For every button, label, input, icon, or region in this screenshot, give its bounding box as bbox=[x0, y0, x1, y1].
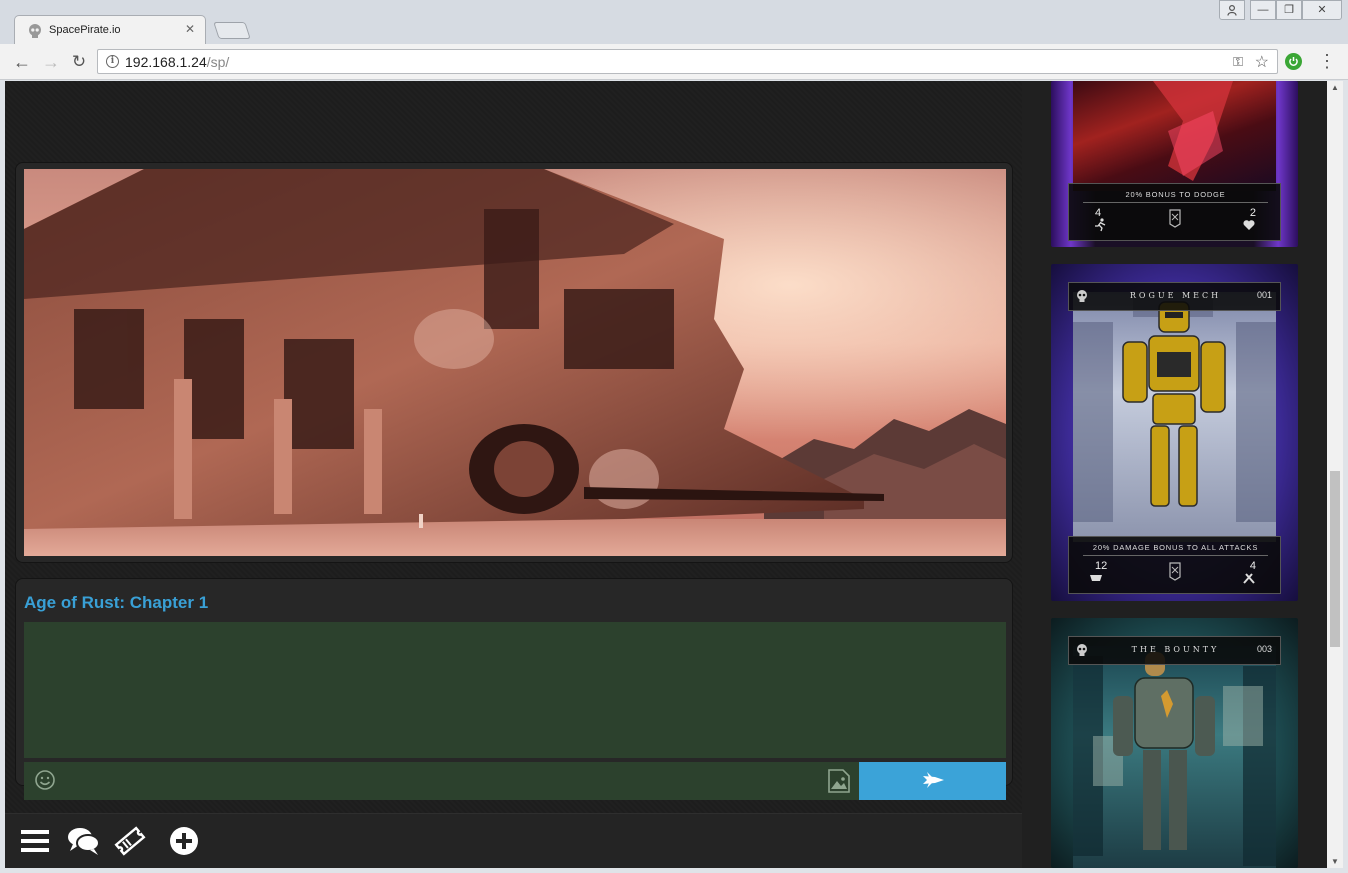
bounty-hunter-robot-illustration bbox=[1073, 652, 1276, 866]
card-the-bounty[interactable]: THE BOUNTY 003 bbox=[1051, 618, 1298, 868]
card-number: 001 bbox=[1256, 290, 1272, 300]
skull-icon bbox=[29, 24, 41, 38]
profile-button[interactable] bbox=[1219, 0, 1245, 20]
smiley-icon[interactable] bbox=[34, 769, 56, 791]
card-dodge[interactable]: 20% BONUS TO DODGE 4 2 bbox=[1051, 81, 1298, 247]
tab-title: SpacePirate.io bbox=[49, 24, 121, 36]
card-bonus: 20% DAMAGE BONUS TO ALL ATTACKS bbox=[1092, 543, 1259, 552]
runner-icon bbox=[1095, 218, 1106, 232]
add-icon[interactable] bbox=[167, 824, 201, 858]
chat-input-bar[interactable] bbox=[24, 762, 859, 800]
browser-toolbar: ← → ↻ i 192.168.1.24/sp/ ⚿ ☆ ⋮ bbox=[0, 44, 1348, 80]
forward-button[interactable]: → bbox=[40, 51, 62, 73]
scroll-up-arrow-icon[interactable]: ▲ bbox=[1331, 83, 1339, 92]
emblem-icon bbox=[1169, 209, 1181, 228]
card-header: THE BOUNTY 003 bbox=[1068, 636, 1281, 665]
menu-icon[interactable] bbox=[19, 824, 53, 858]
url-text[interactable]: 192.168.1.24/sp/ bbox=[125, 54, 229, 70]
card-number: 003 bbox=[1256, 644, 1272, 654]
card-art bbox=[1073, 292, 1276, 542]
extension-icon[interactable] bbox=[1285, 53, 1302, 70]
minimize-button[interactable]: — bbox=[1250, 0, 1276, 20]
url-host: 192.168.1.24 bbox=[125, 54, 207, 70]
back-button[interactable]: ← bbox=[11, 51, 33, 73]
story-banner-image bbox=[24, 169, 1006, 556]
card-bonus: 20% BONUS TO DODGE bbox=[1125, 190, 1226, 199]
browser-menu-icon[interactable]: ⋮ bbox=[1318, 52, 1336, 70]
key-icon[interactable]: ⚿ bbox=[1233, 54, 1243, 70]
emblem-icon bbox=[1169, 562, 1181, 581]
card-footer: 20% DAMAGE BONUS TO ALL ATTACKS 12 4 bbox=[1068, 536, 1281, 594]
story-banner-card bbox=[15, 162, 1013, 563]
crossed-guns-icon bbox=[1243, 573, 1255, 584]
card-art bbox=[1073, 81, 1276, 191]
tab-close-icon[interactable]: ✕ bbox=[185, 22, 195, 36]
card-footer: 20% BONUS TO DODGE 4 2 bbox=[1068, 183, 1281, 241]
card-name: ROGUE MECH bbox=[1129, 291, 1222, 300]
story-title[interactable]: Age of Rust: Chapter 1 bbox=[24, 593, 208, 613]
scroll-down-arrow-icon[interactable]: ▼ bbox=[1331, 857, 1339, 866]
browser-tab[interactable]: SpacePirate.io ✕ bbox=[14, 15, 206, 45]
maximize-button[interactable]: ❐ bbox=[1276, 0, 1302, 20]
page-viewport: Age of Rust: Chapter 1 20% BONUS TO DODG… bbox=[5, 81, 1343, 868]
rusted-spaceship-illustration bbox=[24, 169, 1006, 556]
yellow-mech-illustration bbox=[1073, 292, 1276, 522]
card-divider bbox=[1083, 202, 1268, 203]
card-art bbox=[1073, 646, 1276, 868]
address-bar[interactable]: i 192.168.1.24/sp/ ⚿ ☆ bbox=[97, 49, 1278, 74]
card-divider bbox=[1083, 555, 1268, 556]
new-tab-button[interactable] bbox=[213, 22, 251, 39]
close-window-button[interactable]: ✕ bbox=[1302, 0, 1342, 20]
chat-icon[interactable] bbox=[67, 824, 101, 858]
ship-icon bbox=[923, 772, 944, 788]
person-icon bbox=[1227, 4, 1237, 16]
reload-button[interactable]: ↻ bbox=[68, 51, 90, 73]
card-name: THE BOUNTY bbox=[1131, 645, 1220, 654]
red-armor-illustration bbox=[1153, 81, 1233, 181]
chat-card: Age of Rust: Chapter 1 bbox=[15, 578, 1013, 800]
heart-icon bbox=[1243, 220, 1255, 230]
card-rogue-mech[interactable]: ROGUE MECH 001 20% DAMAGE BONUS TO ALL A… bbox=[1051, 264, 1298, 601]
send-button[interactable] bbox=[859, 762, 1006, 800]
info-icon[interactable]: i bbox=[106, 55, 119, 68]
bookmark-star-icon[interactable]: ☆ bbox=[1255, 52, 1269, 72]
main-area: Age of Rust: Chapter 1 bbox=[5, 81, 1343, 868]
card-header: ROGUE MECH 001 bbox=[1068, 282, 1281, 311]
power-icon bbox=[1289, 57, 1298, 66]
ticket-icon[interactable] bbox=[113, 824, 147, 858]
chat-log[interactable] bbox=[24, 622, 1006, 758]
browser-titlebar: SpacePirate.io ✕ — ❐ ✕ bbox=[0, 0, 1348, 45]
page-scrollbar[interactable]: ▲ ▼ bbox=[1327, 81, 1343, 868]
scroll-thumb[interactable] bbox=[1330, 471, 1340, 647]
url-path: /sp/ bbox=[206, 54, 230, 70]
image-icon[interactable] bbox=[827, 768, 851, 794]
armor-icon bbox=[1090, 575, 1102, 581]
